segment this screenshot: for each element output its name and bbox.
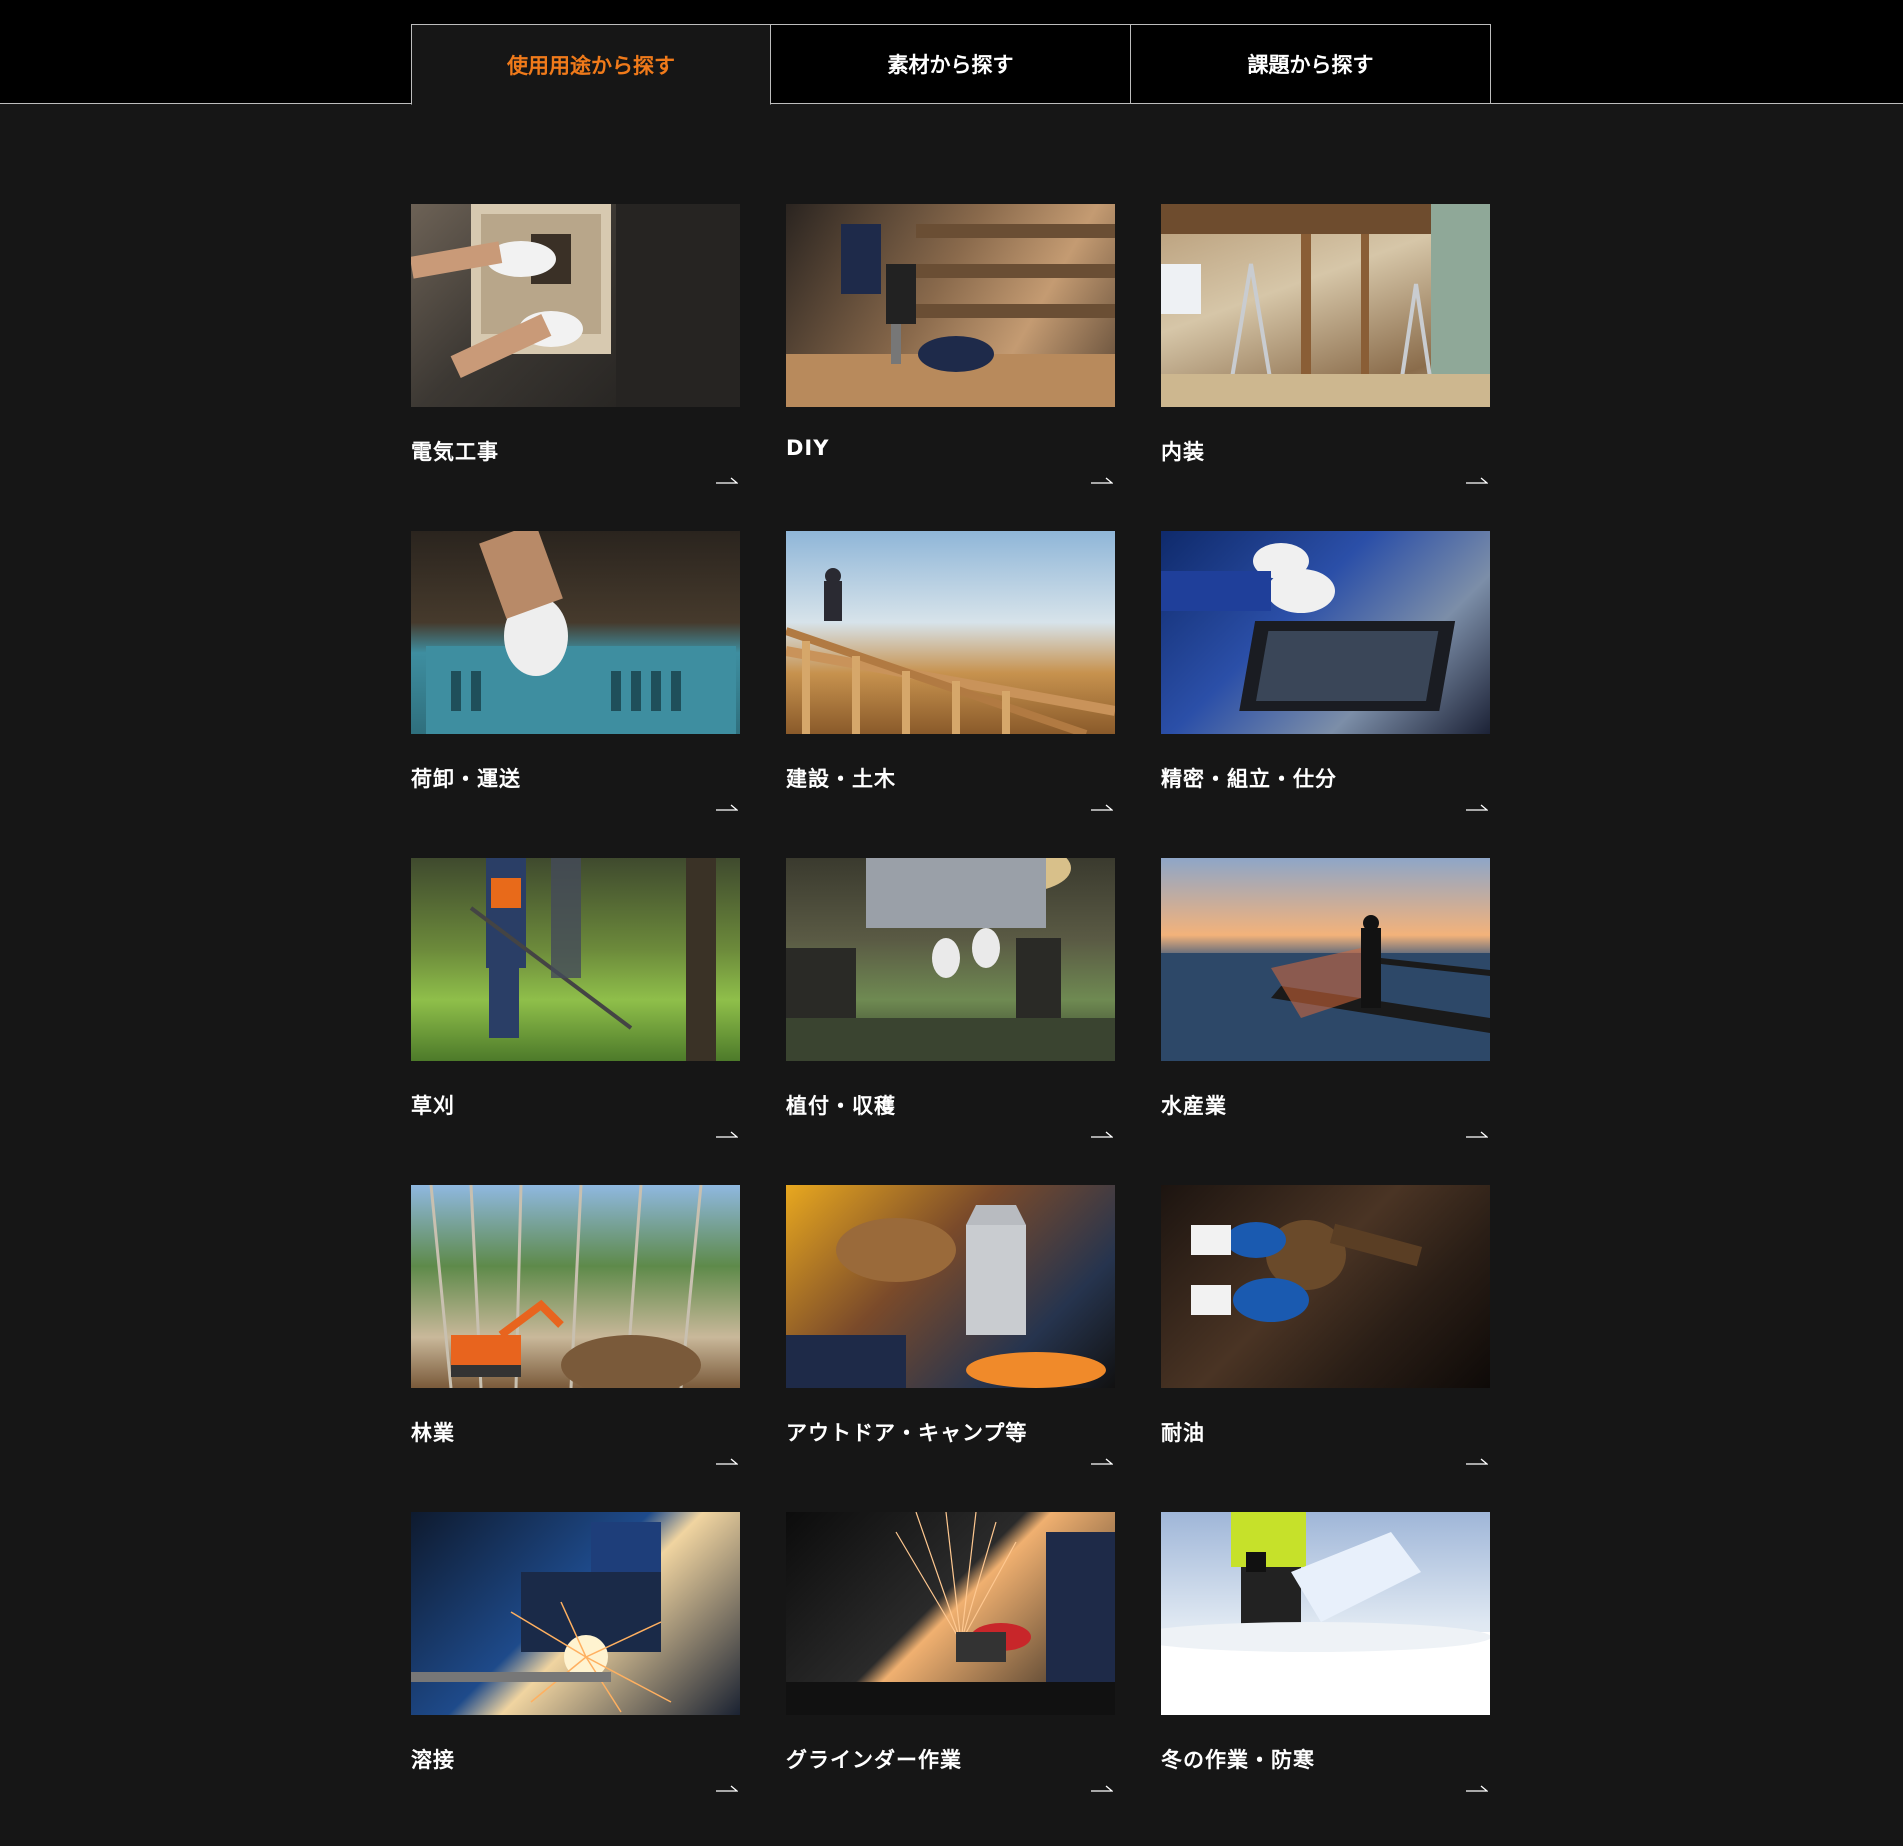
tab-label: 課題から探す [1247, 53, 1374, 77]
category-title: 建設・土木 [786, 767, 896, 791]
right-arrow-icon [716, 801, 738, 811]
category-card-diy[interactable]: DIY [786, 204, 1115, 531]
right-arrow-icon [1466, 474, 1488, 484]
winter-work-photo [1161, 1512, 1490, 1715]
category-title: 水産業 [1161, 1094, 1227, 1118]
outdoor-camp-photo [786, 1185, 1115, 1388]
diy-photo [786, 204, 1115, 407]
category-card-unloading-transport[interactable]: 荷卸・運送 [411, 531, 740, 858]
category-title: 林業 [411, 1421, 455, 1445]
right-arrow-icon [1091, 1455, 1113, 1465]
right-arrow-icon [1091, 474, 1113, 484]
right-arrow-icon [716, 1455, 738, 1465]
fishery-photo [1161, 858, 1490, 1061]
category-grid: 電気工事 DIY 内装 荷卸・運送 建設・土木 精密・組立・仕分 草刈 植付・収… [411, 204, 1490, 1839]
category-card-welding[interactable]: 溶接 [411, 1512, 740, 1839]
category-card-forestry[interactable]: 林業 [411, 1185, 740, 1512]
category-card-winter-work[interactable]: 冬の作業・防寒 [1161, 1512, 1490, 1839]
unloading-transport-photo [411, 531, 740, 734]
grass-cutting-photo [411, 858, 740, 1061]
tab-by-material[interactable]: 素材から探す [771, 24, 1131, 104]
right-arrow-icon [1091, 1128, 1113, 1138]
category-card-fishery[interactable]: 水産業 [1161, 858, 1490, 1185]
category-card-grass-cutting[interactable]: 草刈 [411, 858, 740, 1185]
category-card-grinder-work[interactable]: グラインダー作業 [786, 1512, 1115, 1839]
tab-by-issue[interactable]: 課題から探す [1131, 24, 1491, 104]
category-title: アウトドア・キャンプ等 [786, 1421, 1028, 1445]
tab-by-usage[interactable]: 使用用途から探す [411, 24, 771, 105]
right-arrow-icon [1466, 1455, 1488, 1465]
category-card-planting-harvest[interactable]: 植付・収穫 [786, 858, 1115, 1185]
welding-photo [411, 1512, 740, 1715]
right-arrow-icon [1466, 1782, 1488, 1792]
tab-label: 使用用途から探す [507, 53, 675, 78]
precision-assembly-photo [1161, 531, 1490, 734]
tab-label: 素材から探す [887, 53, 1014, 77]
category-title: 溶接 [411, 1748, 455, 1772]
category-title: 冬の作業・防寒 [1161, 1748, 1315, 1772]
category-title: 耐油 [1161, 1421, 1205, 1445]
oil-resistant-photo [1161, 1185, 1490, 1388]
interior-photo [1161, 204, 1490, 407]
category-card-oil-resistant[interactable]: 耐油 [1161, 1185, 1490, 1512]
category-card-construction[interactable]: 建設・土木 [786, 531, 1115, 858]
category-card-outdoor-camp[interactable]: アウトドア・キャンプ等 [786, 1185, 1115, 1512]
category-title: DIY [786, 436, 830, 460]
top-bar: 使用用途から探す 素材から探す 課題から探す [0, 0, 1903, 105]
category-title: グラインダー作業 [786, 1748, 962, 1772]
forestry-photo [411, 1185, 740, 1388]
category-title: 植付・収穫 [786, 1094, 896, 1118]
right-arrow-icon [1091, 801, 1113, 811]
category-title: 草刈 [411, 1094, 455, 1118]
right-arrow-icon [716, 1128, 738, 1138]
category-title: 内装 [1161, 440, 1205, 464]
search-tabs: 使用用途から探す 素材から探す 課題から探す [411, 24, 1491, 105]
construction-photo [786, 531, 1115, 734]
right-arrow-icon [1466, 1128, 1488, 1138]
right-arrow-icon [716, 474, 738, 484]
right-arrow-icon [1091, 1782, 1113, 1792]
electrical-work-photo [411, 204, 740, 407]
category-card-electrical-work[interactable]: 電気工事 [411, 204, 740, 531]
category-title: 荷卸・運送 [411, 767, 521, 791]
category-card-interior[interactable]: 内装 [1161, 204, 1490, 531]
category-title: 電気工事 [411, 440, 499, 464]
category-title: 精密・組立・仕分 [1161, 767, 1337, 791]
grinder-work-photo [786, 1512, 1115, 1715]
right-arrow-icon [716, 1782, 738, 1792]
category-card-precision-assembly[interactable]: 精密・組立・仕分 [1161, 531, 1490, 858]
right-arrow-icon [1466, 801, 1488, 811]
planting-harvest-photo [786, 858, 1115, 1061]
